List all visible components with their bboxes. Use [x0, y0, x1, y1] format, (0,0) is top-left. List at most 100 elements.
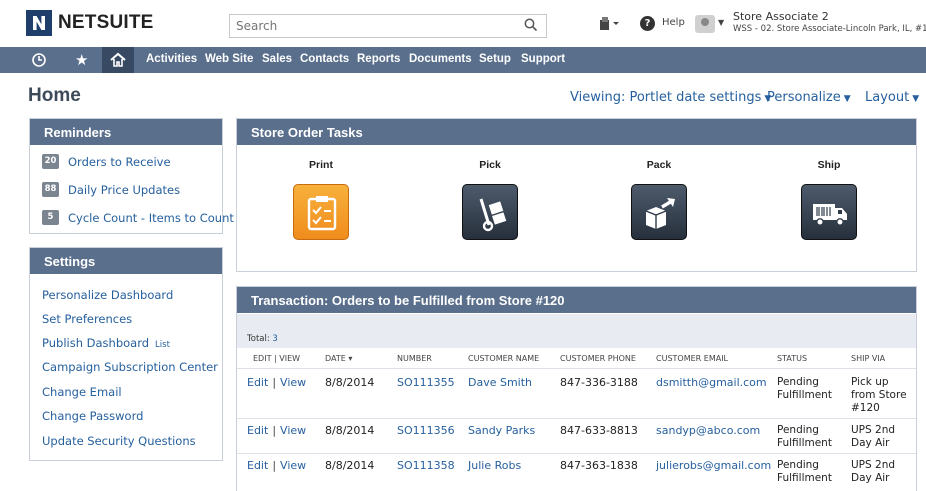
task-ship[interactable]: Ship	[769, 159, 889, 240]
email-link[interactable]: dsmitth@gmail.com	[656, 376, 767, 389]
reminders-portlet: Reminders 20 Orders to Receive 88 Daily Pr…	[29, 118, 234, 234]
settings-change-email[interactable]: Change Email	[42, 385, 122, 399]
nav-activities[interactable]: Activities	[146, 53, 197, 65]
email-link[interactable]: julierobs@gmail.com	[656, 459, 771, 472]
settings-change-password[interactable]: Change Password	[42, 409, 143, 423]
email-link[interactable]: sandyp@abco.com	[656, 424, 760, 437]
col-number[interactable]: NUMBER	[397, 354, 432, 363]
user-name[interactable]: Store Associate 2	[733, 10, 829, 23]
netsuite-logo[interactable]: NETSUITE	[26, 10, 154, 36]
reminder-label: Orders to Receive	[68, 154, 171, 169]
phone-cell: 847-363-1838	[560, 459, 638, 472]
date-cell: 8/8/2014	[325, 459, 375, 472]
status-cell: Pending Fulfillment	[777, 424, 832, 449]
nav-web-site[interactable]: Web Site	[205, 53, 253, 65]
reminder-count: 20	[42, 154, 59, 169]
layout-label: Layout	[865, 90, 910, 105]
date-cell: 8/8/2014	[325, 424, 375, 437]
search-icon[interactable]	[524, 18, 538, 32]
edit-view-cell: Edit | View	[247, 459, 307, 472]
reminders-title: Reminders	[30, 119, 222, 145]
portlet-date-settings-menu[interactable]: Viewing: Portlet date settings ▼	[570, 90, 771, 105]
recent-records-icon[interactable]	[598, 15, 620, 35]
task-label: Pack	[646, 159, 672, 171]
settings-publish-dashboard[interactable]: Publish Dashboard List	[42, 336, 170, 350]
status-cell: Pending Fulfillment	[777, 459, 832, 484]
total-value[interactable]: 3	[272, 334, 277, 344]
viewing-label: Viewing: Portlet date settings	[570, 90, 762, 105]
avatar[interactable]	[695, 15, 715, 33]
col-customer-email[interactable]: CUSTOMER EMAIL	[656, 354, 728, 363]
delivery-truck-icon[interactable]	[801, 184, 857, 240]
edit-link[interactable]: Edit	[247, 424, 268, 437]
customer-name-link[interactable]: Julie Robs	[468, 459, 521, 472]
nav-documents[interactable]: Documents	[409, 53, 472, 65]
edit-link[interactable]: Edit	[247, 459, 268, 472]
nav-contacts[interactable]: Contacts	[300, 53, 349, 65]
ship-via-cell: Pick up from Store #120	[851, 376, 907, 414]
header-divider	[237, 368, 916, 369]
home-icon	[110, 52, 126, 67]
netsuite-logo-icon	[26, 10, 52, 36]
reminder-item[interactable]: 5 Cycle Count - Items to Count	[42, 210, 234, 225]
logo-text: NETSUITE	[58, 12, 154, 33]
personalize-menu[interactable]: Personalize ▼	[767, 90, 851, 105]
page-title: Home	[28, 85, 81, 106]
user-role[interactable]: WSS - 02. Store Associate-Lincoln Park, …	[733, 24, 926, 34]
view-link[interactable]: View	[280, 424, 306, 437]
settings-update-security-questions[interactable]: Update Security Questions	[42, 434, 196, 448]
help-icon[interactable]: ?	[640, 16, 655, 31]
recent-icon[interactable]	[31, 50, 47, 70]
reminder-item[interactable]: 20 Orders to Receive	[42, 154, 171, 169]
home-nav-button[interactable]	[102, 47, 134, 73]
task-print[interactable]: Print	[261, 159, 381, 240]
number-link[interactable]: SO111358	[397, 459, 455, 472]
col-customer-name[interactable]: CUSTOMER NAME	[468, 354, 539, 363]
status-cell: Pending Fulfillment	[777, 376, 832, 401]
col-ship-via[interactable]: SHIP VIA	[851, 354, 885, 363]
nav-sales[interactable]: Sales	[262, 53, 292, 65]
nav-setup[interactable]: Setup	[479, 53, 511, 65]
view-link[interactable]: View	[280, 459, 306, 472]
col-edit-view: EDIT | VIEW	[253, 354, 301, 363]
settings-set-preferences[interactable]: Set Preferences	[42, 312, 132, 326]
search-input[interactable]	[230, 15, 510, 37]
chevron-down-icon: ▼	[843, 94, 851, 104]
col-date[interactable]: DATE ▾	[325, 354, 352, 363]
task-pack[interactable]: Pack	[599, 159, 719, 240]
view-link[interactable]: View	[280, 376, 306, 389]
personalize-label: Personalize	[767, 90, 841, 105]
edit-view-cell: Edit | View	[247, 424, 307, 437]
task-pick[interactable]: Pick	[430, 159, 550, 240]
number-link[interactable]: SO111355	[397, 376, 455, 389]
layout-menu[interactable]: Layout ▼	[865, 90, 919, 105]
top-bar: NETSUITE ? Help ▼ Store Associate 2 WSS …	[0, 0, 926, 52]
edit-link[interactable]: Edit	[247, 376, 268, 389]
customer-name-link[interactable]: Sandy Parks	[468, 424, 535, 437]
total-label: Total:	[247, 334, 270, 344]
settings-campaign-subscription[interactable]: Campaign Subscription Center	[42, 360, 218, 374]
help-link[interactable]: Help	[662, 17, 685, 28]
global-search[interactable]	[229, 14, 547, 38]
star-icon[interactable]: ★	[75, 50, 88, 70]
publish-list-link[interactable]: List	[155, 340, 170, 350]
chevron-down-icon: ▼	[912, 94, 920, 104]
nav-reports[interactable]: Reports	[357, 53, 400, 65]
reminder-count: 5	[42, 210, 59, 225]
number-link[interactable]: SO111356	[397, 424, 455, 437]
reminder-item[interactable]: 88 Daily Price Updates	[42, 182, 180, 197]
clipboard-check-icon[interactable]	[293, 184, 349, 240]
box-arrow-icon[interactable]	[631, 184, 687, 240]
phone-cell: 847-336-3188	[560, 376, 638, 389]
col-status[interactable]: STATUS	[777, 354, 807, 363]
chevron-down-icon[interactable]: ▼	[718, 18, 724, 27]
customer-name-link[interactable]: Dave Smith	[468, 376, 532, 389]
hand-truck-icon[interactable]	[462, 184, 518, 240]
col-customer-phone[interactable]: CUSTOMER PHONE	[560, 354, 636, 363]
transactions-title: Transaction: Orders to be Fulfilled from…	[237, 287, 916, 313]
row-divider	[237, 453, 916, 454]
nav-support[interactable]: Support	[521, 53, 565, 65]
settings-personalize-dashboard[interactable]: Personalize Dashboard	[42, 288, 173, 302]
edit-view-cell: Edit | View	[247, 376, 307, 389]
store-order-tasks-portlet: Store Order Tasks Print Pick Pack Ship	[236, 118, 917, 272]
